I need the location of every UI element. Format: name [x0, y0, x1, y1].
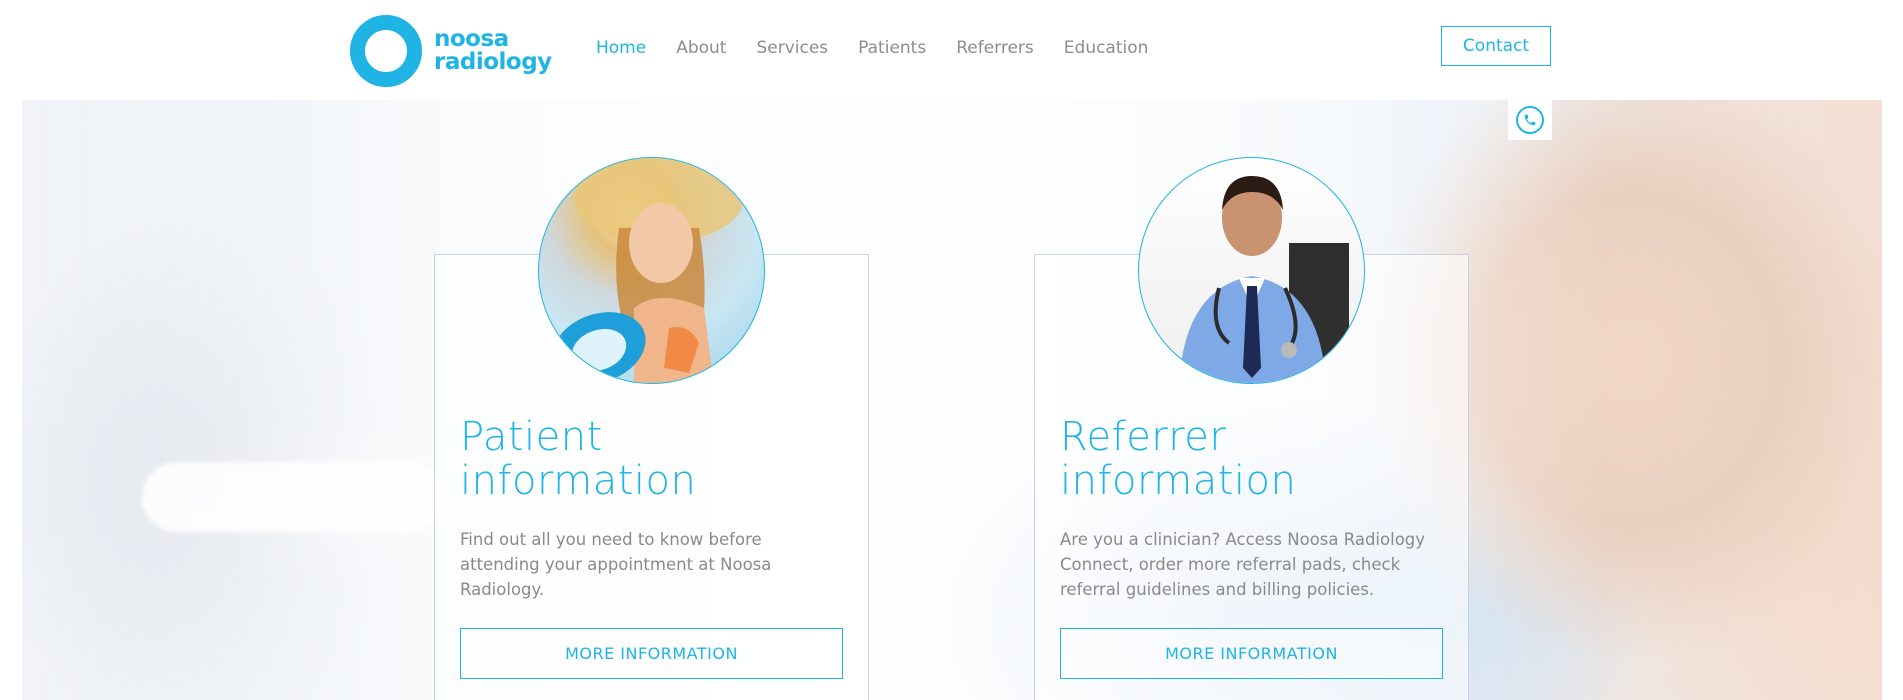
brand-logo[interactable]: noosa radiology [350, 13, 552, 89]
nav-item-services[interactable]: Services [756, 38, 828, 58]
phone-glyph [1524, 114, 1536, 126]
referrer-card-title-line-1: Referrer [1060, 414, 1227, 460]
nav-item-home[interactable]: Home [596, 38, 646, 58]
nav-item-about[interactable]: About [676, 38, 726, 58]
patient-photo-illustration [552, 158, 744, 383]
contact-button[interactable]: Contact [1441, 26, 1551, 66]
nav-item-referrers[interactable]: Referrers [956, 38, 1034, 58]
logo-line-2: radiology [434, 49, 552, 75]
patient-more-info-button[interactable]: MORE INFORMATION [460, 628, 843, 679]
logo-ring-icon [350, 15, 422, 87]
referrer-more-info-button[interactable]: MORE INFORMATION [1060, 628, 1443, 679]
patient-card-description: Find out all you need to know before att… [460, 530, 772, 599]
patient-card-title-line-2: information [460, 458, 697, 504]
phone-button[interactable] [1508, 100, 1552, 140]
patient-card-photo [538, 157, 765, 384]
referrer-card-title: Referrer information [1060, 415, 1296, 503]
site-header: noosa radiology Home About Services Pati… [0, 0, 1903, 100]
main-nav: Home About Services Patients Referrers E… [596, 38, 1178, 58]
patient-card-title-line-1: Patient [460, 414, 603, 460]
page: noosa radiology Home About Services Pati… [0, 0, 1903, 700]
referrer-photo-illustration [1179, 176, 1349, 383]
patient-card-title: Patient information [460, 415, 696, 503]
hero-background-image [22, 100, 1882, 700]
referrer-card-description: Are you a clinician? Access Noosa Radiol… [1060, 530, 1426, 599]
referrer-card-title-line-2: information [1060, 458, 1297, 504]
nav-item-education[interactable]: Education [1064, 38, 1149, 58]
hero-overlay [22, 100, 1882, 700]
logo-line-1: noosa [434, 26, 509, 52]
referrer-card-photo [1138, 157, 1365, 384]
nav-item-patients[interactable]: Patients [858, 38, 926, 58]
phone-icon [1516, 106, 1544, 134]
logo-wordmark: noosa radiology [434, 28, 552, 74]
